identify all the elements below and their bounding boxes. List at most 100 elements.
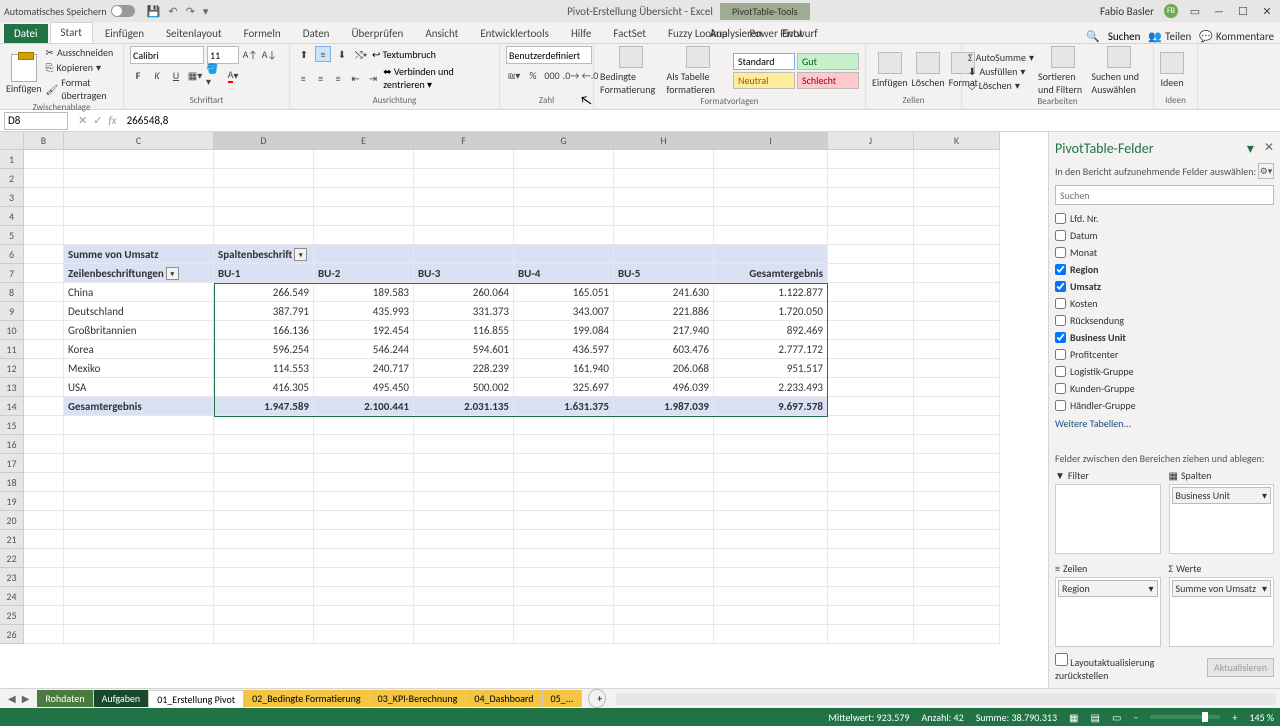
- share-button[interactable]: 👥 Teilen: [1148, 30, 1191, 43]
- cell[interactable]: [414, 625, 514, 644]
- cell[interactable]: [828, 245, 914, 264]
- italic-icon[interactable]: K: [149, 67, 165, 83]
- cell[interactable]: [24, 359, 64, 378]
- col-header[interactable]: C: [64, 132, 214, 150]
- cell[interactable]: [514, 416, 614, 435]
- cell[interactable]: [614, 226, 714, 245]
- cell[interactable]: 416.305: [214, 378, 314, 397]
- cell[interactable]: [828, 435, 914, 454]
- col-header[interactable]: K: [914, 132, 1000, 150]
- clear-button[interactable]: ◇ Löschen ▾: [968, 79, 1034, 92]
- tab-design[interactable]: Entwurf: [772, 24, 828, 43]
- cells-insert-button[interactable]: Einfügen: [872, 52, 908, 89]
- cell[interactable]: [828, 169, 914, 188]
- cell[interactable]: [914, 492, 1000, 511]
- cell[interactable]: [514, 226, 614, 245]
- cell[interactable]: [64, 606, 214, 625]
- cell[interactable]: BU-2: [314, 264, 414, 283]
- cell[interactable]: [314, 169, 414, 188]
- cell[interactable]: [64, 150, 214, 169]
- cell[interactable]: 343.007: [514, 302, 614, 321]
- cell[interactable]: [214, 150, 314, 169]
- cell[interactable]: [614, 245, 714, 264]
- zoom-level[interactable]: 145 %: [1249, 711, 1274, 724]
- cell[interactable]: [828, 359, 914, 378]
- cell[interactable]: [214, 416, 314, 435]
- cell[interactable]: [828, 397, 914, 416]
- cell[interactable]: [24, 245, 64, 264]
- formula-input[interactable]: 266548,8: [123, 114, 1280, 127]
- view-layout-icon[interactable]: ▤: [1091, 711, 1100, 724]
- cell[interactable]: [714, 207, 828, 226]
- cell[interactable]: [24, 150, 64, 169]
- zone-item[interactable]: Summe von Umsatz▾: [1172, 580, 1272, 597]
- user-name[interactable]: Fabio Basler: [1100, 5, 1154, 18]
- cell[interactable]: Korea: [64, 340, 214, 359]
- cell[interactable]: 325.697: [514, 378, 614, 397]
- cell[interactable]: [514, 169, 614, 188]
- align-top-icon[interactable]: ⬆: [296, 46, 312, 62]
- cell[interactable]: 192.454: [314, 321, 414, 340]
- sheet-tab-active[interactable]: 01_Erstellung Pivot: [149, 690, 244, 708]
- cell[interactable]: 495.450: [314, 378, 414, 397]
- cell[interactable]: [214, 587, 314, 606]
- cell[interactable]: [914, 321, 1000, 340]
- cell[interactable]: [314, 188, 414, 207]
- cell[interactable]: [24, 397, 64, 416]
- cell[interactable]: [24, 587, 64, 606]
- cell[interactable]: [714, 530, 828, 549]
- row-header[interactable]: 16: [0, 435, 24, 454]
- tab-review[interactable]: Überprüfen: [341, 24, 413, 43]
- row-header[interactable]: 5: [0, 226, 24, 245]
- tab-start[interactable]: Start: [50, 22, 93, 43]
- values-zone[interactable]: Summe von Umsatz▾: [1169, 577, 1275, 647]
- cell[interactable]: [214, 511, 314, 530]
- cell[interactable]: 165.051: [514, 283, 614, 302]
- cell[interactable]: 2.777.172: [714, 340, 828, 359]
- sheet-tab[interactable]: 03_KPI-Berechnung: [370, 690, 467, 707]
- fx-icon[interactable]: fx: [108, 114, 116, 127]
- wrap-text-button[interactable]: ↩ Textumbruch: [372, 48, 436, 61]
- row-header[interactable]: 12: [0, 359, 24, 378]
- cell[interactable]: [514, 587, 614, 606]
- cell[interactable]: [314, 511, 414, 530]
- field-item[interactable]: Kosten: [1055, 296, 1274, 311]
- cell[interactable]: [214, 454, 314, 473]
- indent-left-icon[interactable]: ⇤: [348, 70, 362, 86]
- cell[interactable]: 331.373: [414, 302, 514, 321]
- field-item[interactable]: Rücksendung: [1055, 313, 1274, 328]
- cell[interactable]: [214, 492, 314, 511]
- save-icon[interactable]: 💾: [147, 5, 161, 18]
- tab-file[interactable]: Datei: [4, 24, 48, 43]
- zone-item[interactable]: Business Unit▾: [1172, 487, 1272, 504]
- cell[interactable]: [514, 435, 614, 454]
- cell[interactable]: [514, 473, 614, 492]
- row-header[interactable]: 20: [0, 511, 24, 530]
- cell[interactable]: 1.987.039: [614, 397, 714, 416]
- field-item[interactable]: Umsatz: [1055, 279, 1274, 294]
- cell[interactable]: [828, 492, 914, 511]
- col-header[interactable]: J: [828, 132, 914, 150]
- row-header[interactable]: 19: [0, 492, 24, 511]
- field-item[interactable]: Profitcenter: [1055, 347, 1274, 362]
- cell[interactable]: [914, 188, 1000, 207]
- ideas-button[interactable]: Ideen: [1160, 52, 1184, 89]
- cell[interactable]: [414, 416, 514, 435]
- cell[interactable]: 217.940: [614, 321, 714, 340]
- cell[interactable]: [314, 530, 414, 549]
- cell[interactable]: [914, 359, 1000, 378]
- cell[interactable]: [914, 473, 1000, 492]
- cell[interactable]: 161.940: [514, 359, 614, 378]
- columns-zone[interactable]: Business Unit▾: [1169, 484, 1275, 554]
- cell[interactable]: [828, 302, 914, 321]
- enter-formula-icon[interactable]: ✓: [93, 114, 102, 127]
- cell[interactable]: [914, 340, 1000, 359]
- align-bottom-icon[interactable]: ⬇: [334, 46, 350, 62]
- autosave-toggle[interactable]: Automatisches Speichern: [4, 5, 135, 18]
- cell[interactable]: 199.084: [514, 321, 614, 340]
- cell[interactable]: [914, 264, 1000, 283]
- worksheet[interactable]: B C D E F G H I J K 12345678910111213141…: [0, 132, 1048, 688]
- cell[interactable]: [828, 549, 914, 568]
- align-center-icon[interactable]: ≡: [313, 70, 327, 86]
- cell[interactable]: [914, 283, 1000, 302]
